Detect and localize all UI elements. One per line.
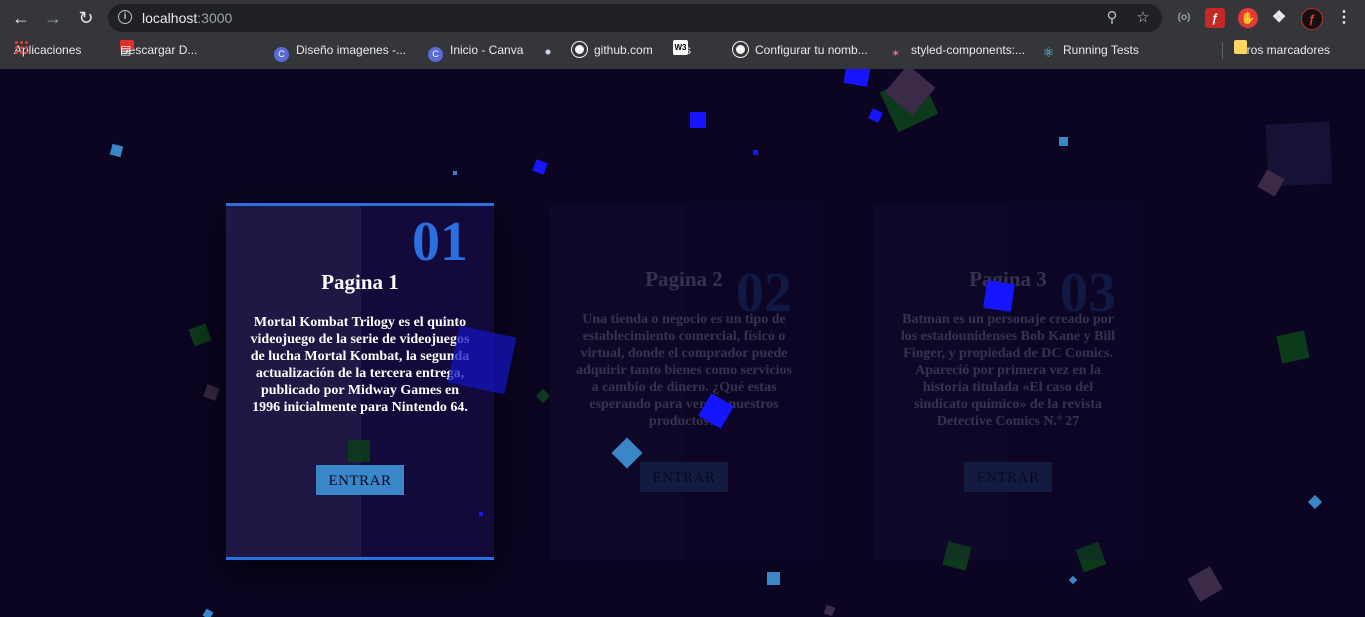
browser-menu-icon[interactable]: ⋮: [1334, 8, 1354, 28]
bookmark-apps[interactable]: Aplicaciones: [14, 40, 81, 60]
page-viewport: 01 Pagina 1 Mortal Kombat Trilogy es el …: [0, 69, 1365, 617]
forward-arrow-icon[interactable]: →: [41, 6, 65, 30]
flash-extension-icon[interactable]: ƒ: [1205, 8, 1225, 28]
card-title: Pagina 1: [321, 270, 399, 294]
floating-square: [1307, 494, 1323, 510]
floating-square: [868, 108, 883, 123]
address-bar[interactable]: i localhost:3000 ⚲ ☆: [108, 4, 1162, 32]
floating-square: [203, 384, 220, 401]
w3schools-icon: W3: [673, 40, 688, 55]
zoom-icon[interactable]: ⚲: [1102, 8, 1122, 28]
floating-square: [823, 604, 836, 617]
card-description: Una tienda o negocio es un tipo de estab…: [576, 312, 792, 429]
floating-square: [479, 512, 483, 516]
bookmark-label: Configurar tu nomb...: [755, 43, 868, 57]
styled-components-icon: ✶: [891, 48, 901, 60]
extension-cast-icon[interactable]: (o): [1174, 8, 1194, 28]
card-pagina-3[interactable]: 03 Pagina 3 Batman es un personaje cread…: [874, 203, 1142, 560]
floating-square: [983, 280, 1015, 312]
floating-square: [843, 69, 871, 87]
enter-button[interactable]: ENTRAR: [316, 465, 404, 495]
floating-square: [753, 150, 758, 155]
url-port: :3000: [197, 10, 233, 26]
bookmark-css[interactable]: W3css: [673, 40, 691, 60]
bookmark-running-tests[interactable]: ⚛ Running Tests: [1041, 40, 1139, 60]
address-url[interactable]: localhost:3000: [142, 4, 232, 32]
bookmarks-bar: Aplicaciones ▤ Descargar D... C Diseño ima…: [0, 36, 1365, 64]
floating-square: [1187, 566, 1223, 602]
enter-button[interactable]: ENTRAR: [964, 462, 1052, 492]
card-description: Mortal Kombat Trilogy es el quinto video…: [250, 315, 470, 415]
card-description: Batman es un personaje creado por los es…: [900, 312, 1116, 429]
canva-icon: C: [428, 47, 443, 62]
floating-square: [767, 572, 780, 585]
clapper-icon: ▤: [120, 43, 132, 57]
bookmark-inicio-canva[interactable]: C Inicio - Canva: [428, 40, 524, 62]
adblock-extension-icon[interactable]: ✋: [1238, 8, 1258, 28]
floating-square: [1276, 330, 1310, 364]
bookmark-label: Running Tests: [1063, 43, 1139, 57]
github-icon: [733, 42, 748, 57]
enter-button[interactable]: ENTRAR: [640, 462, 728, 492]
bookmark-diseno-imagenes[interactable]: C Diseño imagenes -...: [274, 40, 407, 62]
other-bookmarks[interactable]: Otros marcadores: [1234, 40, 1330, 60]
dot-icon: [543, 47, 553, 57]
bookmark-star-icon[interactable]: ☆: [1133, 8, 1153, 28]
card-number: 01: [412, 211, 468, 273]
other-bookmarks-label: Otros marcadores: [1234, 43, 1331, 57]
floating-square: [690, 112, 706, 128]
floating-square: [109, 143, 124, 158]
floating-square: [1059, 137, 1068, 146]
bookmark-label: Diseño imagenes -...: [296, 43, 407, 57]
bookmark-descargar[interactable]: ▤ Descargar D...: [120, 40, 197, 60]
bookmark-label: github.com: [594, 43, 653, 57]
floating-square: [453, 171, 457, 175]
reload-icon[interactable]: ↻: [74, 6, 98, 30]
floating-square: [202, 608, 214, 617]
floating-square: [447, 325, 517, 395]
url-host: localhost: [142, 10, 198, 26]
floating-square: [188, 323, 212, 347]
card-pagina-2[interactable]: 02 Pagina 2 Una tienda o negocio es un t…: [550, 203, 818, 560]
bookmark-github[interactable]: github.com: [572, 40, 653, 60]
bookmarks-separator: [1222, 42, 1223, 59]
bookmark-label: Inicio - Canva: [450, 43, 524, 57]
floating-square: [535, 388, 551, 404]
browser-toolbar: ← → ↻ i localhost:3000 ⚲ ☆ (o) ƒ ✋ ❖ ƒ ⋮: [0, 0, 1365, 36]
bookmark-styled-components[interactable]: ✶ styled-components:...: [891, 40, 1025, 60]
floating-square: [1068, 575, 1078, 585]
bookmark-unnamed[interactable]: [543, 40, 553, 60]
folder-icon: [1234, 40, 1247, 54]
canva-icon: C: [274, 47, 289, 62]
react-icon: ⚛: [1042, 45, 1055, 60]
bookmark-configurar[interactable]: Configurar tu nomb...: [733, 40, 868, 60]
floating-square: [348, 440, 370, 462]
extensions-puzzle-icon[interactable]: ❖: [1269, 8, 1289, 28]
github-icon: [572, 42, 587, 57]
apps-grid-icon: [14, 40, 29, 55]
browser-chrome: ← → ↻ i localhost:3000 ⚲ ☆ (o) ƒ ✋ ❖ ƒ ⋮…: [0, 0, 1365, 69]
floating-square: [532, 159, 548, 175]
profile-avatar-icon[interactable]: ƒ: [1301, 8, 1323, 30]
card-title: Pagina 2: [645, 267, 723, 291]
bookmark-label: styled-components:...: [911, 43, 1026, 57]
site-info-icon[interactable]: i: [118, 10, 132, 24]
back-arrow-icon[interactable]: ←: [9, 6, 33, 30]
